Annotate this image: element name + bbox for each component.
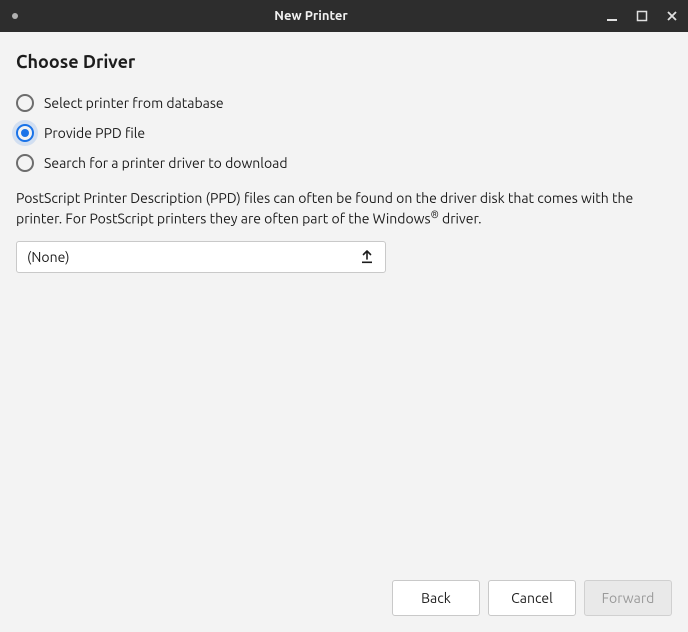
radio-icon-selected xyxy=(16,124,34,142)
radio-provide-ppd-file[interactable]: Provide PPD file xyxy=(16,118,672,148)
ppd-file-chooser[interactable]: (None) xyxy=(16,241,386,273)
radio-search-driver-download[interactable]: Search for a printer driver to download xyxy=(16,148,672,178)
close-button[interactable] xyxy=(664,8,680,24)
window-title: New Printer xyxy=(18,9,604,23)
titlebar: New Printer xyxy=(0,0,688,32)
cancel-button[interactable]: Cancel xyxy=(488,580,576,616)
radio-inner-dot xyxy=(21,129,29,137)
maximize-button[interactable] xyxy=(634,8,650,24)
radio-label: Search for a printer driver to download xyxy=(44,155,288,171)
window-controls xyxy=(604,8,680,24)
description-text: PostScript Printer Description (PPD) fil… xyxy=(16,188,672,229)
file-chooser-value: (None) xyxy=(27,249,70,265)
page-heading: Choose Driver xyxy=(16,52,672,72)
registered-mark: ® xyxy=(431,209,439,220)
forward-button: Forward xyxy=(584,580,672,616)
radio-icon xyxy=(16,94,34,112)
back-button[interactable]: Back xyxy=(392,580,480,616)
radio-select-from-database[interactable]: Select printer from database xyxy=(16,88,672,118)
spacer xyxy=(16,273,672,568)
button-bar: Back Cancel Forward xyxy=(16,568,672,616)
radio-label: Provide PPD file xyxy=(44,125,145,141)
upload-icon xyxy=(359,249,375,265)
desc-pre: PostScript Printer Description (PPD) fil… xyxy=(16,190,633,227)
desc-post: driver. xyxy=(439,211,482,227)
dialog-content: Choose Driver Select printer from databa… xyxy=(0,32,688,632)
minimize-button[interactable] xyxy=(604,8,620,24)
radio-icon xyxy=(16,154,34,172)
radio-label: Select printer from database xyxy=(44,95,224,111)
